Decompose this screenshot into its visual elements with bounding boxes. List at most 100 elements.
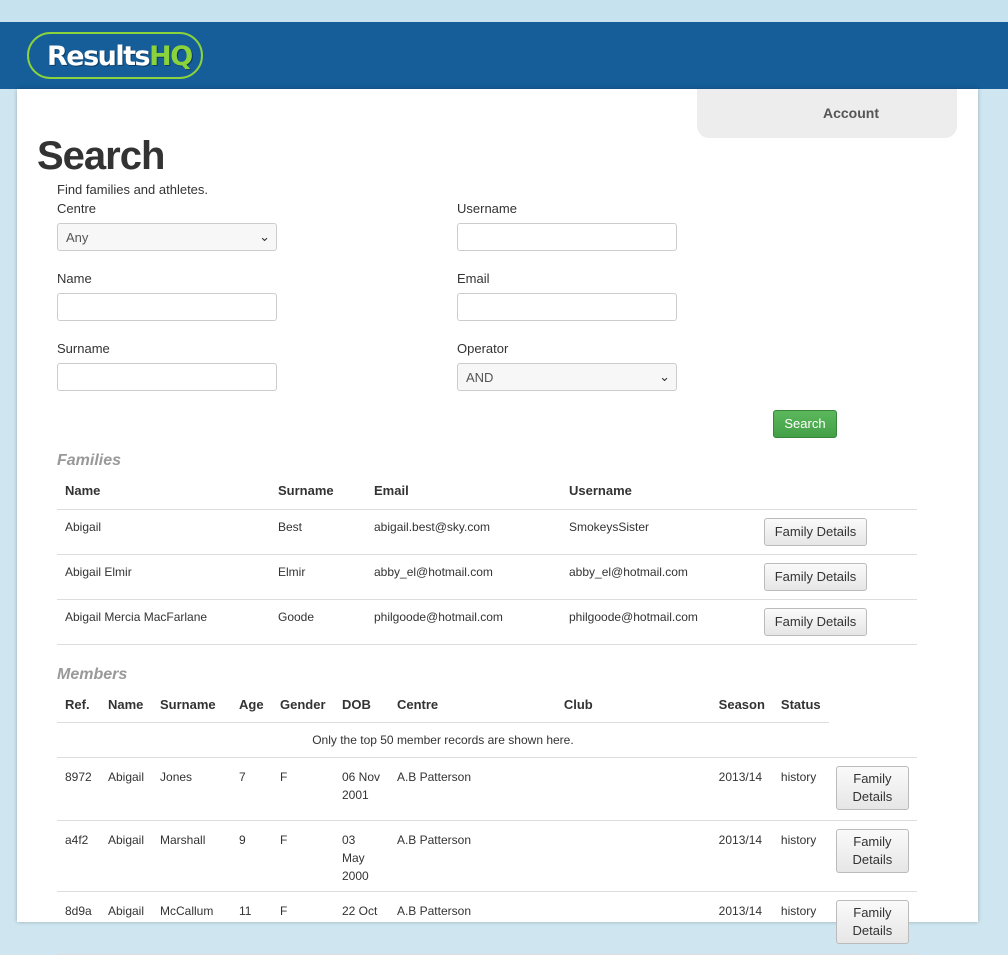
- name-input[interactable]: [57, 293, 277, 321]
- family-details-button[interactable]: Family Details: [764, 607, 867, 636]
- member-club: [555, 820, 711, 892]
- row-actions: Family Details: [828, 820, 917, 892]
- members-header-row: Ref. Name Surname Age Gender DOB Centre …: [57, 687, 917, 723]
- member-status: history: [772, 757, 829, 821]
- family-surname: Best: [270, 509, 366, 555]
- members-heading: Members: [57, 666, 128, 683]
- operator-select[interactable]: AND ⌄: [457, 363, 677, 391]
- families-table: Name Surname Email Username Abigail Best…: [57, 472, 917, 645]
- members-table: Ref. Name Surname Age Gender DOB Centre …: [57, 687, 917, 955]
- member-ref: a4f2: [57, 820, 100, 892]
- row-actions: Family Details: [828, 757, 917, 821]
- col-header-email: Email: [366, 472, 561, 510]
- member-status: history: [772, 891, 829, 955]
- table-row: Abigail Elmir Elmir abby_el@hotmail.com …: [57, 554, 917, 600]
- centre-select-value: Any: [66, 229, 89, 245]
- family-details-button[interactable]: Family Details: [764, 517, 867, 546]
- member-gender: F: [271, 757, 334, 821]
- col-header-actions: [756, 472, 917, 510]
- col-header-dob: DOB: [333, 687, 389, 723]
- row-actions: Family Details: [756, 509, 917, 555]
- member-club: [555, 891, 711, 955]
- col-header-username: Username: [561, 472, 756, 510]
- email-label: Email: [457, 271, 490, 286]
- member-club: [555, 757, 711, 821]
- member-status: history: [772, 820, 829, 892]
- families-header-row: Name Surname Email Username: [57, 472, 917, 510]
- surname-input[interactable]: [57, 363, 277, 391]
- family-name: Abigail: [57, 509, 270, 555]
- account-link[interactable]: Account: [823, 105, 879, 121]
- resultshq-logo[interactable]: ResultsHQ: [27, 32, 203, 79]
- members-limit-note: Only the top 50 member records are shown…: [57, 722, 829, 758]
- surname-label: Surname: [57, 341, 110, 356]
- page-title: Search: [37, 134, 165, 178]
- family-details-button[interactable]: Family Details: [835, 828, 909, 873]
- top-strip: [0, 0, 1008, 22]
- family-surname: Elmir: [270, 554, 366, 600]
- family-details-button[interactable]: Family Details: [835, 765, 909, 810]
- main-panel: Account Search Find families and athlete…: [17, 89, 978, 955]
- row-actions: Family Details: [828, 891, 917, 955]
- chevron-down-icon: ⌄: [659, 369, 670, 384]
- family-details-button[interactable]: Family Details: [764, 562, 867, 591]
- family-username: abby_el@hotmail.com: [561, 554, 756, 600]
- member-season: 2013/14: [710, 757, 773, 821]
- operator-label: Operator: [457, 341, 509, 356]
- family-username: philgoode@hotmail.com: [561, 599, 756, 645]
- member-dob-text: 03 May 2000: [341, 832, 369, 883]
- family-email: philgoode@hotmail.com: [366, 599, 561, 645]
- member-centre: A.B Patterson: [388, 891, 556, 955]
- col-header-actions: [829, 687, 917, 722]
- families-heading: Families: [57, 452, 122, 469]
- col-header-name: Name: [99, 687, 153, 723]
- member-name: Abigail: [99, 891, 153, 955]
- member-surname: Marshall: [152, 820, 231, 892]
- centre-label: Centre: [57, 201, 97, 216]
- col-header-name: Name: [57, 472, 270, 510]
- username-label: Username: [457, 201, 517, 216]
- col-header-surname: Surname: [270, 472, 366, 510]
- member-gender: F: [271, 820, 334, 892]
- col-header-centre: Centre: [388, 687, 556, 723]
- logo-text: ResultsHQ: [47, 41, 193, 72]
- centre-select[interactable]: Any ⌄: [57, 223, 277, 251]
- email-input[interactable]: [457, 293, 677, 321]
- member-age: 9: [231, 820, 272, 892]
- family-username: SmokeysSister: [561, 509, 756, 555]
- member-centre: A.B Patterson: [388, 757, 556, 821]
- account-tab: Account: [697, 89, 957, 138]
- col-header-status: Status: [772, 687, 829, 723]
- chevron-down-icon: ⌄: [259, 229, 270, 244]
- family-name: Abigail Mercia MacFarlane: [57, 599, 270, 645]
- username-input[interactable]: [457, 223, 677, 251]
- col-header-club: Club: [555, 687, 711, 723]
- col-header-gender: Gender: [271, 687, 334, 723]
- family-email: abby_el@hotmail.com: [366, 554, 561, 600]
- member-name: Abigail: [99, 820, 153, 892]
- table-row: 8d9a Abigail McCallum 11 F 22 Oct A.B Pa…: [57, 891, 917, 955]
- col-header-ref: Ref.: [57, 687, 100, 723]
- member-season: 2013/14: [710, 891, 773, 955]
- family-surname: Goode: [270, 599, 366, 645]
- member-surname: Jones: [152, 757, 231, 821]
- name-label: Name: [57, 271, 92, 286]
- member-gender: F: [271, 891, 334, 955]
- col-header-season: Season: [710, 687, 773, 723]
- table-row: 8972 Abigail Jones 7 F 06 Nov 2001 A.B P…: [57, 757, 917, 821]
- member-dob: 22 Oct: [333, 891, 389, 955]
- member-name: Abigail: [99, 757, 153, 821]
- site-header: ResultsHQ: [0, 22, 1008, 89]
- member-ref: 8972: [57, 757, 100, 821]
- member-season: 2013/14: [710, 820, 773, 892]
- col-header-surname: Surname: [152, 687, 231, 723]
- logo-accent: HQ: [149, 41, 193, 72]
- family-email: abigail.best@sky.com: [366, 509, 561, 555]
- note-row: Only the top 50 member records are shown…: [57, 722, 917, 758]
- page-subtitle: Find families and athletes.: [57, 182, 209, 197]
- search-button[interactable]: Search: [773, 410, 837, 438]
- logo-main: Results: [47, 41, 151, 72]
- table-row: Abigail Best abigail.best@sky.com Smokey…: [57, 509, 917, 555]
- col-header-age: Age: [231, 687, 272, 723]
- row-actions: Family Details: [756, 554, 917, 600]
